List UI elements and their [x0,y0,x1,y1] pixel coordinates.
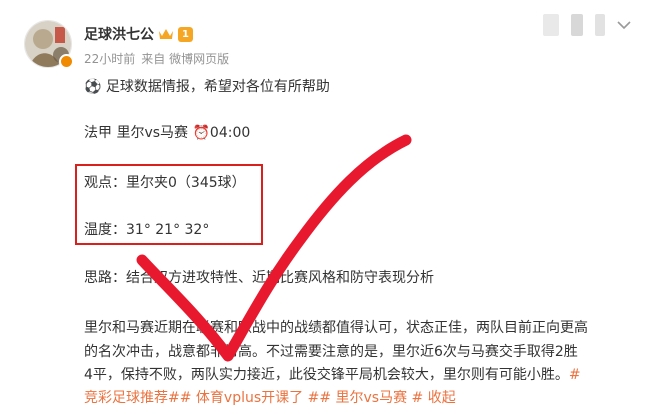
weibo-post: 足球洪七公 1 22小时前 来自 微博网页版 ⚽ 足球数据情报，希望对各位有所帮… [0,0,645,414]
highlight-box [75,164,263,245]
body-line-3: 4平，保持不败，两队实力接近，此役交锋平局机会较大，里尔则有可能小胜。# [84,364,581,386]
username[interactable]: 足球洪七公 [84,24,154,44]
crown-icon [159,29,173,39]
blurred-action-2[interactable] [571,14,583,36]
body-line-1: 里尔和马赛近期在联赛和欧战中的战绩都值得认可，状态正佳，两队目前正向更高 [84,320,588,336]
topics-line[interactable]: 竞彩足球推荐## 体育vplus开课了 ## 里尔vs马赛 # 收起 [84,387,456,409]
analysis-line: 思路：结合双方进攻特性、近期比赛风格和防守表现分析 [84,270,434,286]
match-line: 法甲 里尔vs马赛 ⏰04:00 [84,125,251,141]
body-line-2: 的名次冲击，战意都非常高。不过需要注意的是，里尔近6次与马赛交手取得2胜 [84,344,578,360]
chevron-down-icon[interactable] [617,20,631,30]
intro-line: ⚽ 足球数据情报，希望对各位有所帮助 [84,79,330,95]
blurred-action-1[interactable] [543,14,559,36]
level-number: 1 [178,26,193,42]
post-meta: 22小时前 来自 微博网页版 [84,50,229,67]
avatar-wrap[interactable] [24,20,74,69]
post-source: 来自 微博网页版 [141,52,230,66]
topic-hash[interactable]: # [569,367,581,383]
post-time[interactable]: 22小时前 [84,50,135,67]
verified-badge-icon [59,54,74,69]
body-line-3-text: 4平，保持不败，两队实力接近，此役交锋平局机会较大，里尔则有可能小胜。 [84,367,569,383]
header-actions [543,14,631,36]
username-row: 足球洪七公 1 [84,24,193,44]
level-badge[interactable]: 1 [178,26,193,42]
blurred-action-3[interactable] [595,14,605,36]
